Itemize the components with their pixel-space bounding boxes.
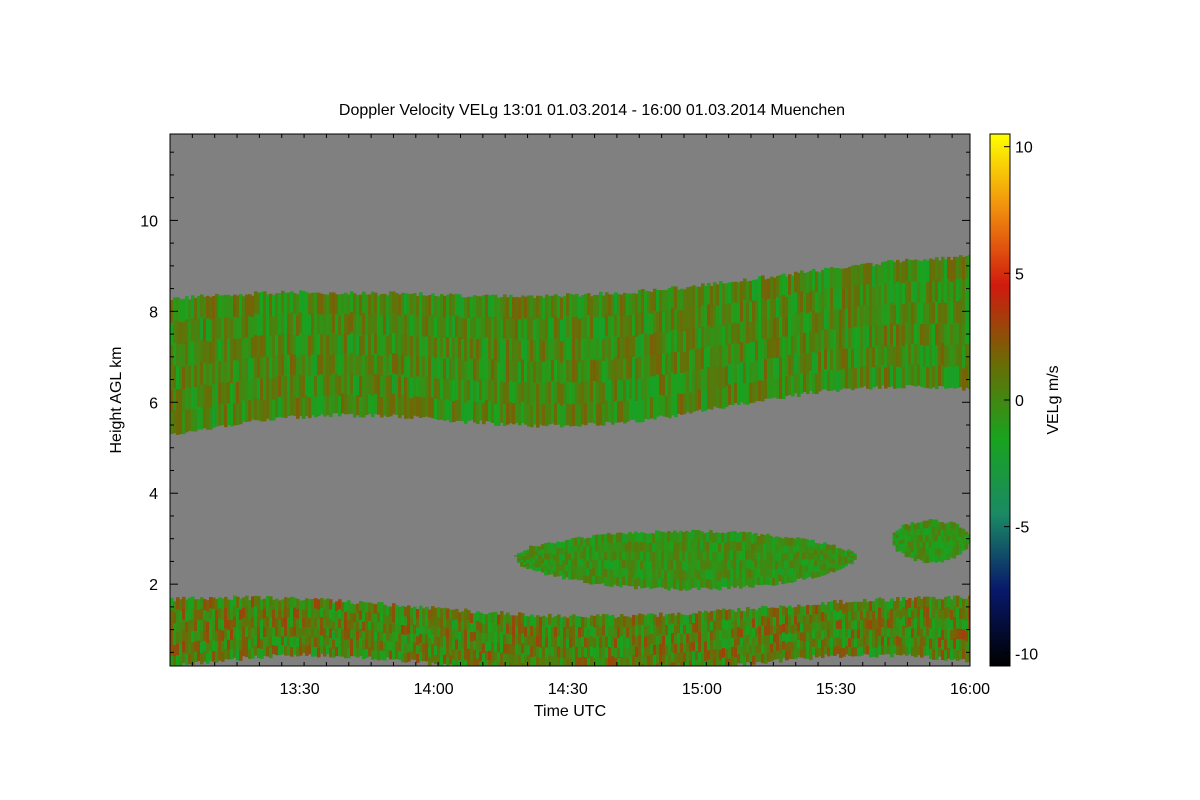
velocity-cell (545, 667, 549, 678)
velocity-cell (563, 668, 567, 679)
velocity-cell (599, 669, 603, 680)
velocity-cell (853, 553, 857, 555)
velocity-cell (560, 667, 564, 678)
x-tick-label: 14:00 (414, 681, 454, 698)
velocity-cell (542, 667, 546, 678)
velocity-cell (626, 668, 630, 679)
velocity-cell (566, 668, 570, 679)
velocity-cell (572, 667, 576, 678)
velocity-cell (647, 665, 651, 666)
velocity-cell (584, 666, 588, 676)
colorbar-tick-label: -10 (1015, 646, 1038, 663)
velocity-cell (578, 667, 582, 678)
velocity-cell (524, 666, 528, 677)
velocity-cell (608, 667, 612, 678)
velocity-cell (617, 668, 621, 679)
x-tick-label: 15:30 (816, 681, 856, 698)
y-tick-label: 10 (140, 213, 158, 230)
y-tick-label: 6 (149, 395, 158, 412)
velocity-cell (635, 667, 639, 678)
velocity-cell (602, 667, 606, 678)
velocity-cell (536, 666, 540, 677)
colorbar-label: VELg m/s (1045, 365, 1062, 434)
velocity-cell (539, 667, 543, 678)
velocity-cell (587, 667, 591, 677)
velocity-cell (533, 665, 537, 666)
y-tick-label: 8 (149, 304, 158, 321)
x-tick-label: 16:00 (950, 681, 990, 698)
colorbar-tick-label: 10 (1015, 140, 1033, 157)
velocity-cell (614, 667, 618, 677)
velocity-cell (665, 665, 669, 666)
velocity-cell (581, 665, 585, 666)
colorbar-tick-label: 0 (1015, 393, 1024, 410)
velocity-cell (590, 665, 594, 666)
velocity-cell (620, 667, 624, 678)
chart-title: Doppler Velocity VELg 13:01 01.03.2014 -… (339, 102, 845, 119)
velocity-cell (967, 534, 970, 537)
colorbar: -10 -5 0 5 10 VELg m/s (989, 133, 1062, 667)
colorbar-tick-label: -5 (1015, 520, 1029, 537)
x-tick-label: 14:30 (548, 681, 588, 698)
y-tick-label: 4 (149, 486, 158, 503)
velocity-cell (605, 668, 609, 680)
velocity-cell (554, 666, 558, 677)
x-tick-label: 15:00 (682, 681, 722, 698)
velocity-cell (638, 665, 642, 666)
velocity-cell (593, 668, 597, 679)
velocity-cell (644, 667, 648, 678)
velocity-cell (575, 666, 579, 677)
plot-area (170, 134, 970, 680)
velocity-cell (557, 667, 561, 678)
velocity-cell (596, 667, 600, 678)
velocity-cell (530, 667, 534, 678)
y-tick-label: 2 (149, 577, 158, 594)
velocity-cell (551, 665, 555, 666)
velocity-cell (548, 665, 552, 666)
y-axis-label: Height AGL km (108, 346, 125, 453)
x-axis-label: Time UTC (534, 703, 606, 720)
colorbar-tick-label: 5 (1015, 266, 1024, 283)
x-tick-label: 13:30 (280, 681, 320, 698)
velocity-cell (623, 668, 627, 679)
velocity-cell (611, 665, 615, 666)
chart: Doppler Velocity VELg 13:01 01.03.2014 -… (108, 102, 1062, 720)
velocity-cell (569, 668, 573, 679)
velocity-cell (629, 665, 633, 666)
